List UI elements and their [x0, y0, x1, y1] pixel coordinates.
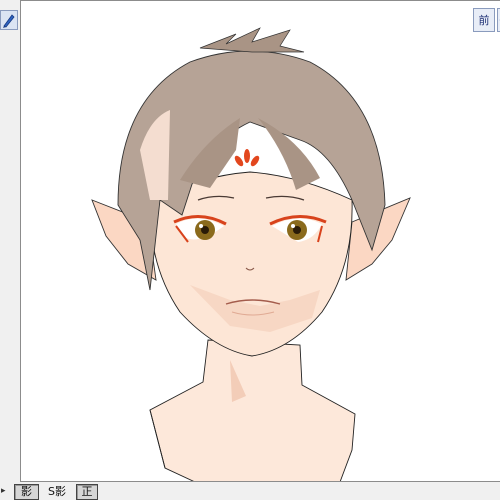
bottom-arrow-icon[interactable]: ▸: [1, 486, 6, 496]
left-panel-edge: [0, 0, 21, 482]
character-head-model: [91, 27, 411, 481]
shadow-toggle-label: 影: [21, 485, 32, 498]
forehead-mark: [234, 149, 260, 167]
3d-viewport[interactable]: 前: [21, 1, 500, 481]
shadow-toggle-button[interactable]: 影: [14, 484, 39, 500]
self-shadow-toggle-label: S影: [48, 485, 66, 498]
edge-toggle-button[interactable]: 正: [76, 484, 98, 500]
edge-toggle-label: 正: [81, 485, 93, 498]
self-shadow-toggle-button[interactable]: S影: [42, 484, 72, 500]
front-view-label: 前: [478, 14, 490, 27]
pen-tool-button[interactable]: [0, 10, 18, 30]
front-view-button[interactable]: 前: [473, 8, 495, 32]
bottom-toolbar: ▸ 影 S影 正: [0, 482, 500, 500]
pen-tool-icon: [3, 14, 15, 28]
